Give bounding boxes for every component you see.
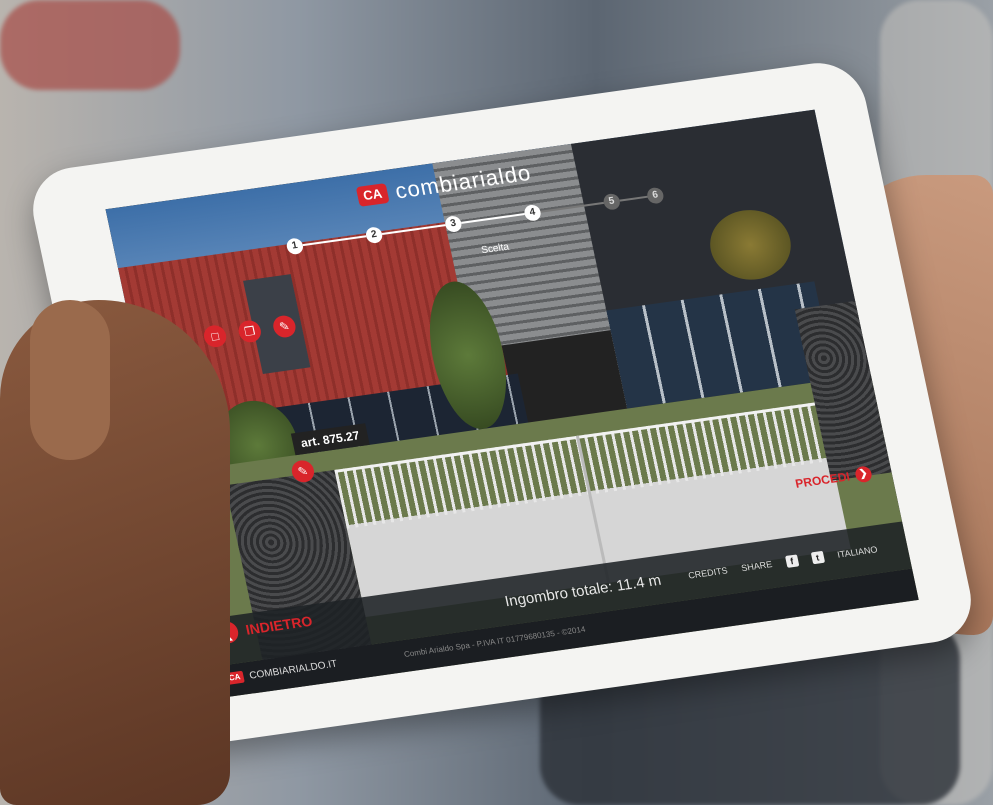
twitter-icon[interactable]: t — [810, 550, 825, 565]
step-2[interactable]: 2 — [364, 226, 384, 245]
step-connector — [381, 224, 446, 236]
brand-mark-icon: CA — [355, 183, 390, 207]
background-red-blur — [0, 0, 180, 90]
step-5[interactable]: 5 — [602, 192, 622, 211]
step-connector — [302, 235, 367, 247]
chevron-right-icon: ❯ — [853, 465, 874, 484]
step-1[interactable]: 1 — [285, 237, 305, 256]
left-thumb — [30, 300, 110, 460]
step-3[interactable]: 3 — [443, 215, 463, 233]
step-4[interactable]: 4 — [522, 203, 543, 222]
step-connector — [461, 213, 525, 224]
step-connector — [540, 201, 605, 213]
facebook-icon[interactable]: f — [784, 554, 800, 568]
step-connector — [619, 195, 650, 202]
step-6[interactable]: 6 — [645, 186, 665, 205]
